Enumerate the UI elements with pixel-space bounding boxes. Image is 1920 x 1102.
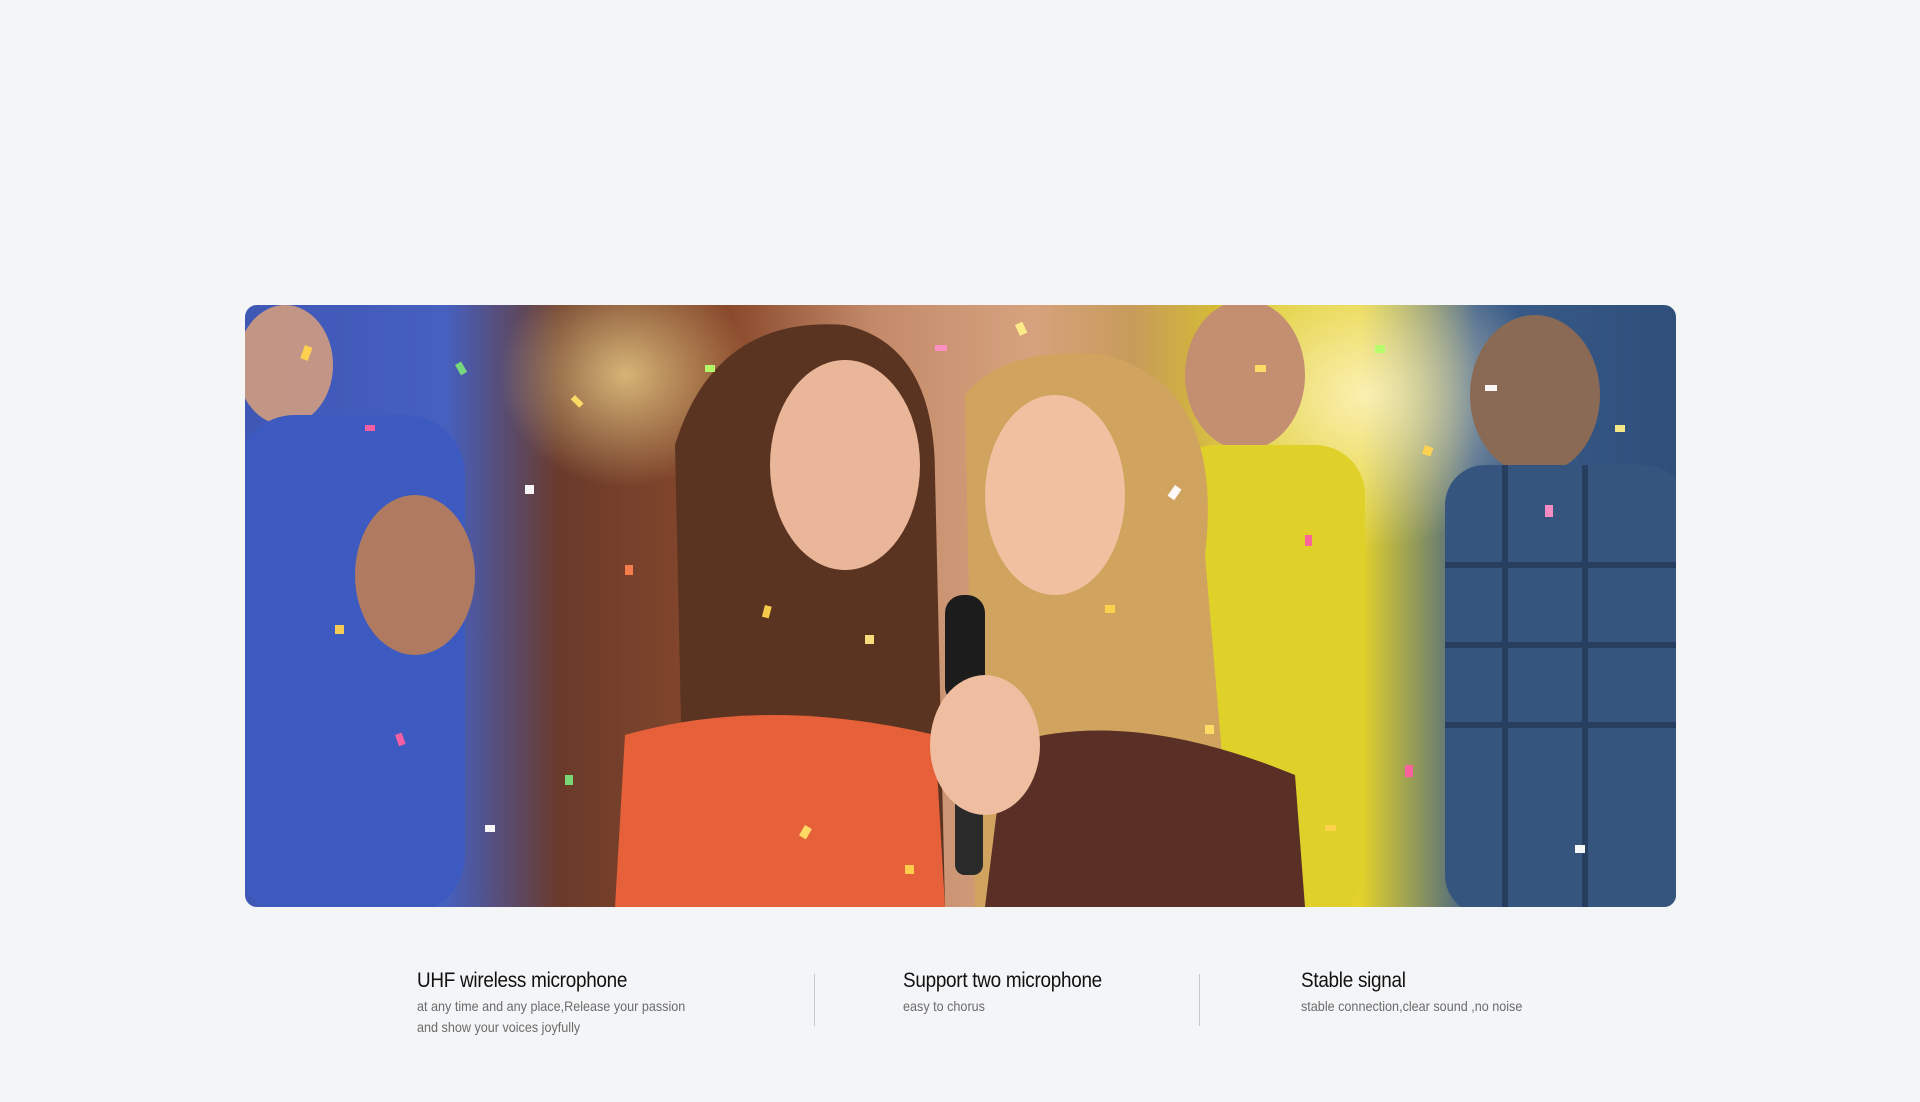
feature-stable-signal: Stable signal stable connection,clear so… xyxy=(1301,968,1547,1017)
feature-description: stable connection,clear sound ,no noise xyxy=(1301,998,1523,1014)
feature-description-line: and show your voices joyfully xyxy=(417,1019,581,1035)
feature-description: easy to chorus xyxy=(903,998,985,1014)
feature-description-line: at any time and any place,Release your p… xyxy=(417,998,686,1014)
features-row: UHF wireless microphone at any time and … xyxy=(0,960,1920,1070)
feature-title: Support two microphone xyxy=(903,969,1102,992)
crowd-person-left-body xyxy=(245,415,465,907)
feature-description: at any time and any place,Release your p… xyxy=(417,996,685,1038)
feature-two-microphone: Support two microphone easy to chorus xyxy=(903,968,1124,1017)
hero-image xyxy=(245,305,1676,907)
feature-title: Stable signal xyxy=(1301,969,1406,992)
divider xyxy=(1199,974,1200,1026)
feature-uhf-wireless: UHF wireless microphone at any time and … xyxy=(417,968,715,1038)
divider xyxy=(814,974,815,1026)
singer-right-face xyxy=(985,395,1125,595)
singer-left-dress xyxy=(615,715,945,907)
hero-illustration xyxy=(245,305,1676,907)
crowd-person-plaid-shirt xyxy=(1445,465,1676,907)
crowd-person-left xyxy=(245,305,333,425)
hands xyxy=(930,675,1040,815)
crowd-person-right xyxy=(1185,305,1305,450)
singer-left-face xyxy=(770,360,920,570)
crowd-person-bearded xyxy=(1470,315,1600,475)
crowd-person-screaming xyxy=(355,495,475,655)
feature-title: UHF wireless microphone xyxy=(417,969,628,992)
